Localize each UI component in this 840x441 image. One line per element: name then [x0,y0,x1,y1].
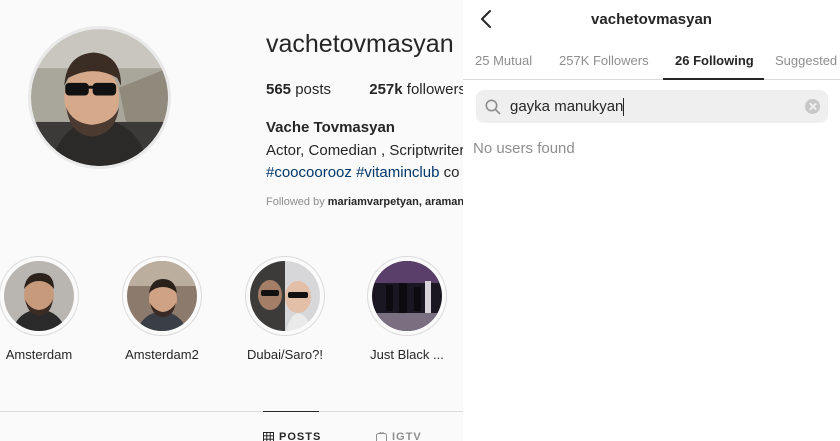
highlight-cover [4,261,74,331]
followers-label: followers [406,81,463,98]
tab-posts-label: POSTS [279,431,322,441]
tabs-divider [463,79,840,80]
highlight-ring [122,256,202,336]
tab-mutual[interactable]: 25 Mutual [475,53,532,68]
profile-hashtags: #coocoorooz #vitaminclub co [266,164,459,181]
followers-stat[interactable]: 257k followers [369,81,463,98]
highlight-cover [372,261,442,331]
igtv-icon [376,431,387,441]
tab-igtv-label: IGTV [392,431,422,441]
highlight-cover [127,261,197,331]
search-input[interactable]: gayka manukyan [476,90,828,123]
highlight-label: Amsterdam2 [125,347,199,362]
profile-bio: Actor, Comedian , Scriptwriter [266,142,463,159]
story-highlight[interactable]: Amsterdam [0,256,79,362]
followers-count: 257k [369,81,403,98]
no-results-message: No users found [473,140,575,157]
clear-search-icon[interactable] [805,99,820,114]
grid-icon [263,431,274,441]
active-tab-indicator [663,78,764,80]
posts-count: 565 [266,81,292,98]
highlight-ring [245,256,325,336]
story-highlight[interactable]: Amsterdam2 [122,256,202,362]
hashtag-link[interactable]: #coocoorooz [266,164,352,181]
followed-by-prefix: Followed by [266,196,325,208]
profile-username: vachetovmasyan [266,30,454,58]
active-tab-indicator [263,411,319,412]
hashtag-link[interactable]: #vitaminclub [356,164,439,181]
text-caret [623,97,625,116]
story-highlight[interactable]: Dubai/Saro?! [245,256,325,362]
search-icon [485,99,501,114]
profile-photo [31,29,168,166]
profile-full-name: Vache Tovmasyan [266,119,395,136]
tab-following[interactable]: 26 Following [675,53,754,68]
profile-stats: 565 posts 257k followers [266,81,463,98]
following-tabs: 25 Mutual 257K Followers 26 Following Su… [463,53,840,79]
highlight-ring [367,256,447,336]
tab-suggested[interactable]: Suggested [775,53,837,68]
followed-by-line: Followed by mariamvarpetyan, araman [266,196,463,208]
followed-by-names[interactable]: mariamvarpetyan, araman [328,196,463,208]
highlight-label: Amsterdam [5,347,73,362]
search-field[interactable]: gayka manukyan [510,97,625,116]
highlight-label: Just Black ... [370,347,444,362]
bio-truncated-text: co [443,164,460,181]
following-panel: vachetovmasyan 25 Mutual 257K Followers … [463,0,840,441]
search-query: gayka manukyan [510,98,624,115]
profile-avatar[interactable] [28,26,171,169]
profile-tabs-divider [0,411,463,412]
story-highlight[interactable]: Just Black ... [367,256,447,362]
tab-posts[interactable]: POSTS [263,431,321,441]
posts-stat: 565 posts [266,81,331,98]
following-panel-title: vachetovmasyan [591,11,712,28]
tab-followers[interactable]: 257K Followers [559,53,649,68]
profile-panel: vachetovmasyan 565 posts 257k followers … [0,0,463,441]
posts-label: posts [295,81,332,98]
highlight-label: Dubai/Saro?! [247,347,323,362]
tab-igtv[interactable]: IGTV [376,431,422,441]
highlight-cover [250,261,320,331]
highlight-ring [0,256,79,336]
